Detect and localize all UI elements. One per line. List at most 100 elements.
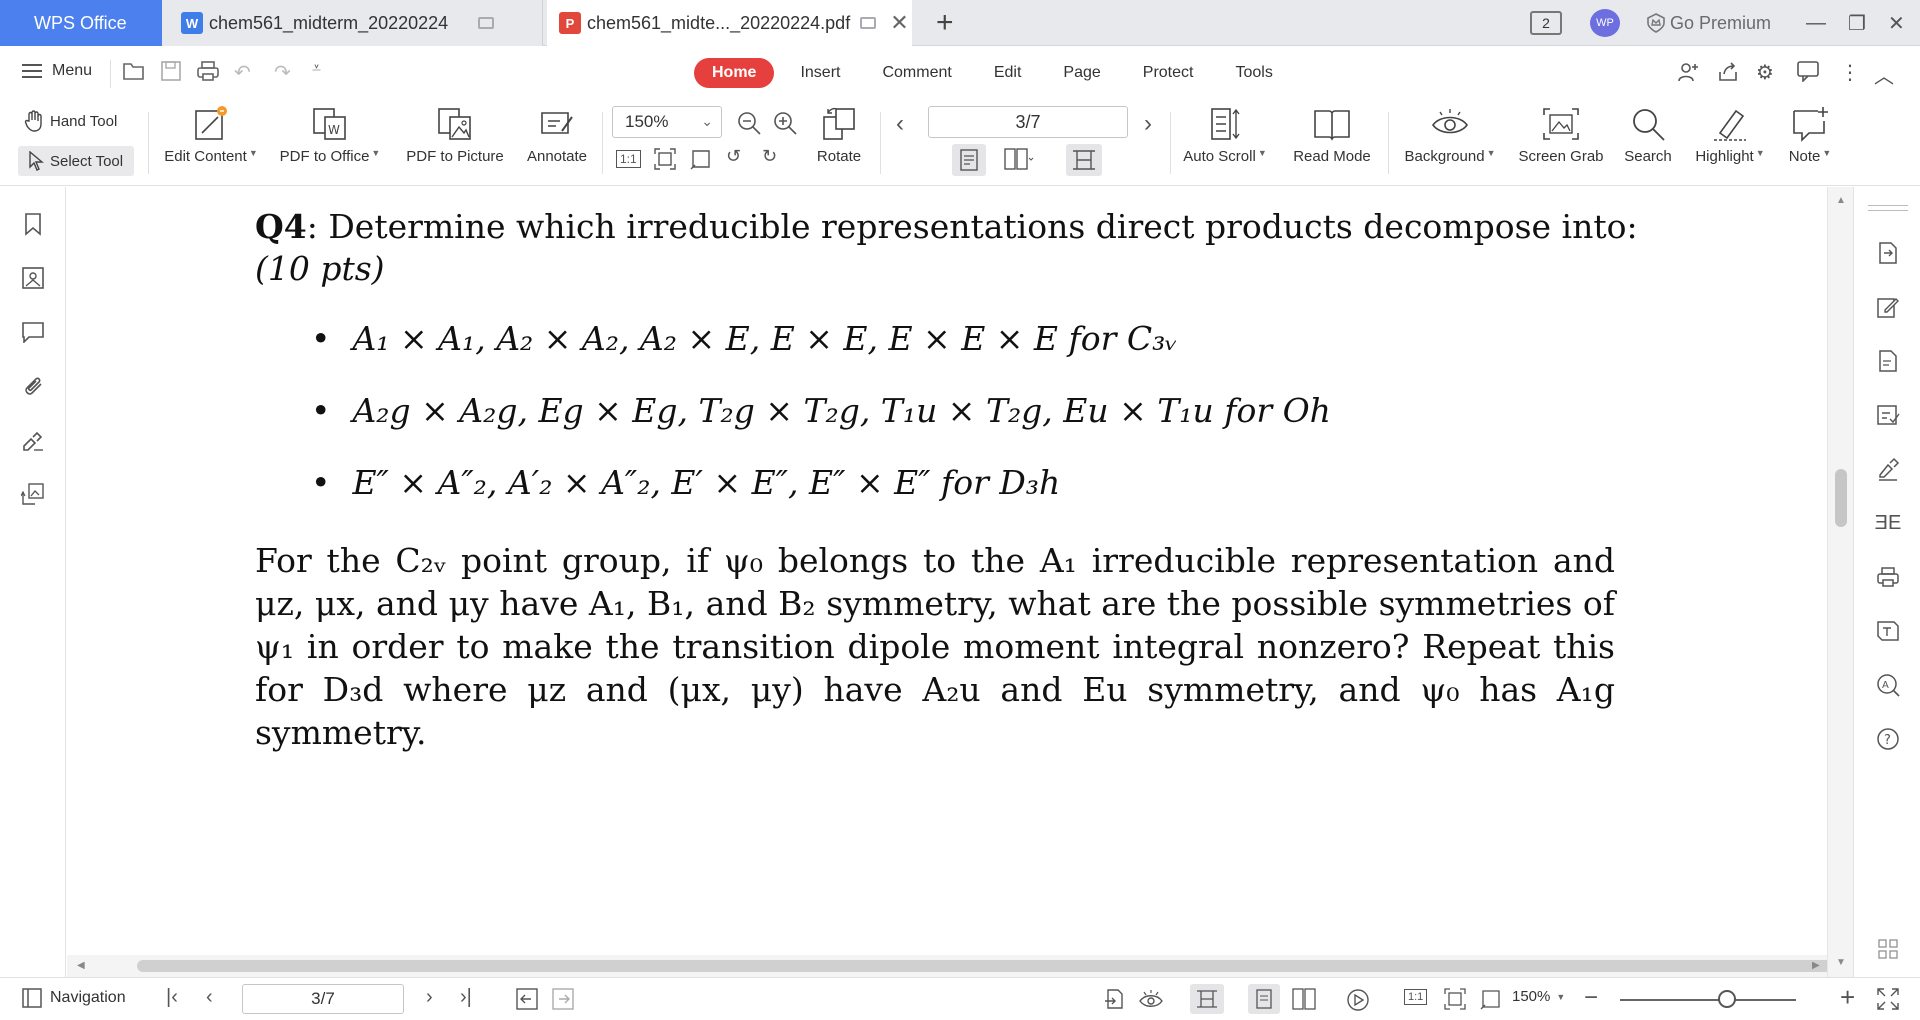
hand-tool-button[interactable]: Hand Tool [24,110,117,132]
scroll-down-icon[interactable]: ▼ [1836,957,1846,968]
last-page-icon[interactable]: ›| [460,986,472,1009]
settings-gear-icon[interactable]: ⚙ [1756,60,1774,85]
zoom-out-icon[interactable] [736,110,762,136]
open-folder-icon[interactable] [122,60,146,82]
scroll-left-icon[interactable]: ◀ [77,960,85,971]
compare-icon[interactable]: ƎE [1875,511,1902,535]
auto-scroll-button[interactable]: Auto Scroll ▼ [1180,104,1270,165]
close-tab-icon[interactable]: ✕ [890,10,908,36]
previous-page-icon[interactable]: ‹ [896,110,904,138]
window-count-badge[interactable]: 2 [1530,11,1562,35]
restore-window-button[interactable]: ❐ [1848,0,1866,46]
signature-icon[interactable] [20,427,46,453]
tab-edit[interactable]: Edit [994,64,1022,82]
pdf-to-office-button[interactable]: W PDF to Office ▼ [274,104,386,165]
next-page-icon[interactable]: › [426,986,433,1009]
select-tool-button[interactable]: Select Tool [18,146,134,176]
edit-content-button[interactable]: Edit Content ▼ [160,104,262,165]
zoom-in-icon[interactable] [772,110,798,136]
rotate-button[interactable]: Rotate [810,104,868,165]
rotate-right-icon[interactable]: ↻ [762,146,777,167]
note-button[interactable]: Note ▼ [1780,104,1840,165]
two-page-view-icon[interactable] [1004,148,1034,170]
background-button[interactable]: Background ▼ [1398,104,1502,165]
new-tab-button[interactable]: + [936,6,954,40]
document-viewport[interactable]: Q4: Determine which irreducible represen… [67,187,1827,955]
two-page-view-icon[interactable] [1292,988,1316,1010]
edit-document-icon[interactable] [1876,295,1900,319]
tab-pdf-document[interactable]: P chem561_midte..._20220224.pdf ✕ [547,0,912,46]
collapse-ribbon-icon[interactable]: ︿ [1874,60,1894,89]
annotate-button[interactable]: Annotate [520,104,594,165]
actual-size-button[interactable]: 1:1 [1404,989,1428,1005]
fit-page-icon[interactable] [1444,988,1466,1010]
export-page-icon[interactable] [1104,988,1126,1010]
tab-protect[interactable]: Protect [1143,64,1194,82]
single-page-view-icon[interactable] [1248,984,1280,1014]
fit-page-icon[interactable] [654,148,676,170]
vertical-scrollbar[interactable]: ▲ ▼ [1827,187,1853,977]
thumbnail-icon[interactable] [20,265,46,291]
extract-pages-icon[interactable] [1876,349,1900,373]
form-check-icon[interactable] [1876,403,1900,427]
tab-page[interactable]: Page [1063,64,1100,82]
scroll-up-icon[interactable]: ▲ [1836,195,1846,206]
navigation-toggle[interactable]: Navigation [22,988,126,1008]
pdf-to-picture-button[interactable]: PDF to Picture [400,104,510,165]
attachment-icon[interactable] [20,373,46,399]
undo-icon[interactable]: ↶ [234,60,251,85]
zoom-slider-track[interactable] [1620,999,1796,1001]
app-grid-icon[interactable] [1876,937,1900,961]
document-export-icon[interactable] [1876,241,1900,265]
wps-office-tab[interactable]: WPS Office [0,0,162,46]
horizontal-scroll-thumb[interactable] [137,960,1867,972]
horizontal-scrollbar[interactable]: ◀ ▶ [67,955,1867,977]
next-page-icon[interactable]: › [1144,110,1152,138]
tab-comment[interactable]: Comment [882,64,951,82]
bookmark-icon[interactable] [20,211,46,237]
print-icon[interactable] [1876,565,1900,589]
highlight-button[interactable]: Highlight ▼ [1688,104,1772,165]
help-icon[interactable]: ? [1876,727,1900,751]
continuous-scroll-icon[interactable] [1066,144,1102,176]
previous-page-icon[interactable]: ‹ [206,986,213,1009]
more-options-icon[interactable]: ⋮ [1840,60,1860,85]
zoom-level-select[interactable]: 150% ▼ [1512,988,1565,1005]
continuous-scroll-icon[interactable] [1190,984,1224,1014]
close-window-button[interactable]: ✕ [1888,0,1905,46]
export-icon[interactable] [1716,60,1740,84]
vertical-scroll-thumb[interactable] [1835,469,1847,527]
minimize-window-button[interactable]: — [1806,0,1826,46]
translate-icon[interactable] [1876,619,1900,643]
tab-insert[interactable]: Insert [800,64,840,82]
page-number-input[interactable]: 3/7 [242,984,404,1014]
zoom-out-button[interactable]: − [1584,984,1598,1012]
back-icon[interactable] [516,988,538,1010]
search-button[interactable]: Search [1618,104,1678,165]
customize-chevron-icon[interactable]: ⩡ [312,60,321,78]
avatar[interactable]: WP [1590,9,1620,37]
zoom-slider-handle[interactable] [1718,990,1736,1008]
read-mode-button[interactable]: Read Mode [1290,104,1374,165]
fit-width-icon[interactable] [1480,988,1502,1010]
zoom-level-select[interactable]: 150% ⌄ [612,106,722,138]
scroll-right-icon[interactable]: ▶ [1812,960,1820,971]
screen-grab-button[interactable]: Screen Grab [1512,104,1610,165]
eye-protection-icon[interactable] [1138,988,1164,1010]
fit-width-icon[interactable] [690,148,712,170]
tab-home[interactable]: Home [694,58,775,88]
message-icon[interactable] [1796,60,1820,82]
play-slideshow-icon[interactable] [1346,988,1370,1012]
ocr-search-icon[interactable]: A [1876,673,1900,697]
forward-icon[interactable] [552,988,574,1010]
grip-handle-icon[interactable] [1868,205,1908,211]
first-page-icon[interactable]: |‹ [166,986,178,1009]
actual-size-button[interactable]: 1:1 [616,150,641,168]
rotate-left-icon[interactable]: ↺ [726,146,741,167]
fullscreen-icon[interactable] [1876,987,1900,1011]
go-premium-button[interactable]: Go Premium [1646,0,1771,46]
save-icon[interactable] [160,60,182,82]
tab-writer-document[interactable]: W chem561_midterm_20220224 [163,0,543,46]
comment-icon[interactable] [20,319,46,345]
menu-button[interactable]: Menu [22,62,92,80]
